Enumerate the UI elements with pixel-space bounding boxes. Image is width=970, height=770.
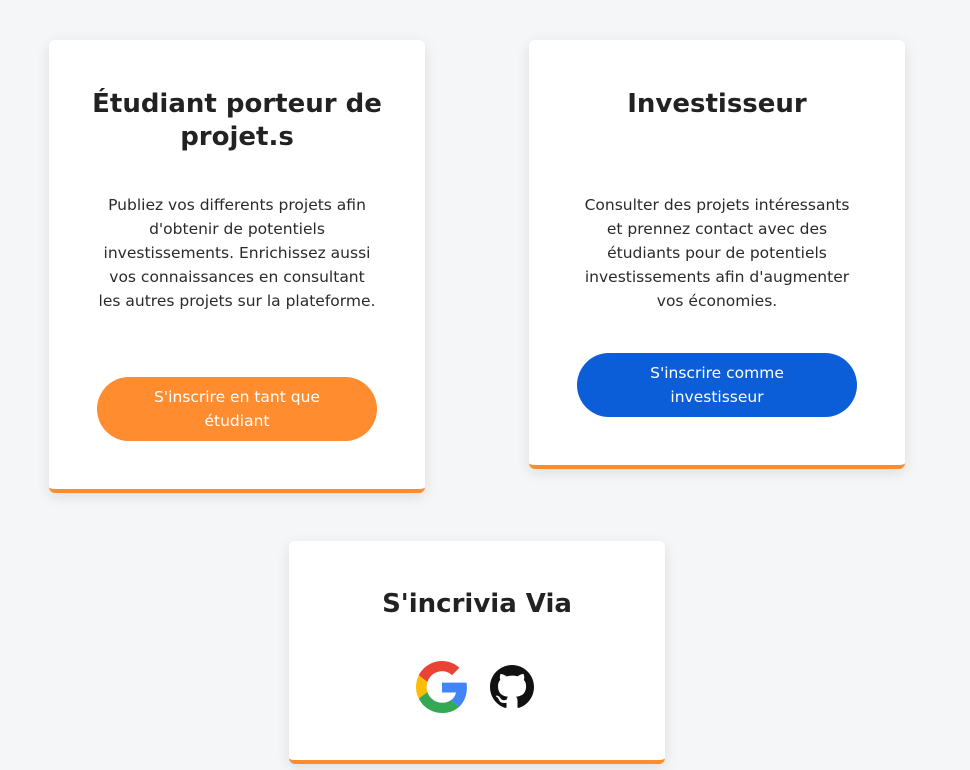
register-investor-button[interactable]: S'inscrire comme investisseur — [577, 353, 857, 417]
social-signup-title: S'incrivia Via — [382, 589, 572, 619]
register-student-button[interactable]: S'inscrire en tant que étudiant — [97, 377, 377, 441]
investor-card-title: Investisseur — [627, 89, 807, 119]
investor-card: Investisseur Consulter des projets intér… — [529, 40, 905, 469]
student-card-description: Publiez vos differents projets afin d'ob… — [98, 196, 376, 310]
google-icon[interactable] — [416, 661, 468, 713]
social-signup-card: S'incrivia Via — [289, 541, 665, 764]
investor-card-description: Consulter des projets intéressants et pr… — [584, 196, 850, 310]
student-card: Étudiant porteur de projet.s Publiez vos… — [49, 40, 425, 493]
github-icon[interactable] — [486, 662, 538, 712]
student-card-title: Étudiant porteur de projet.s — [92, 89, 382, 152]
social-icons-row — [289, 661, 665, 713]
